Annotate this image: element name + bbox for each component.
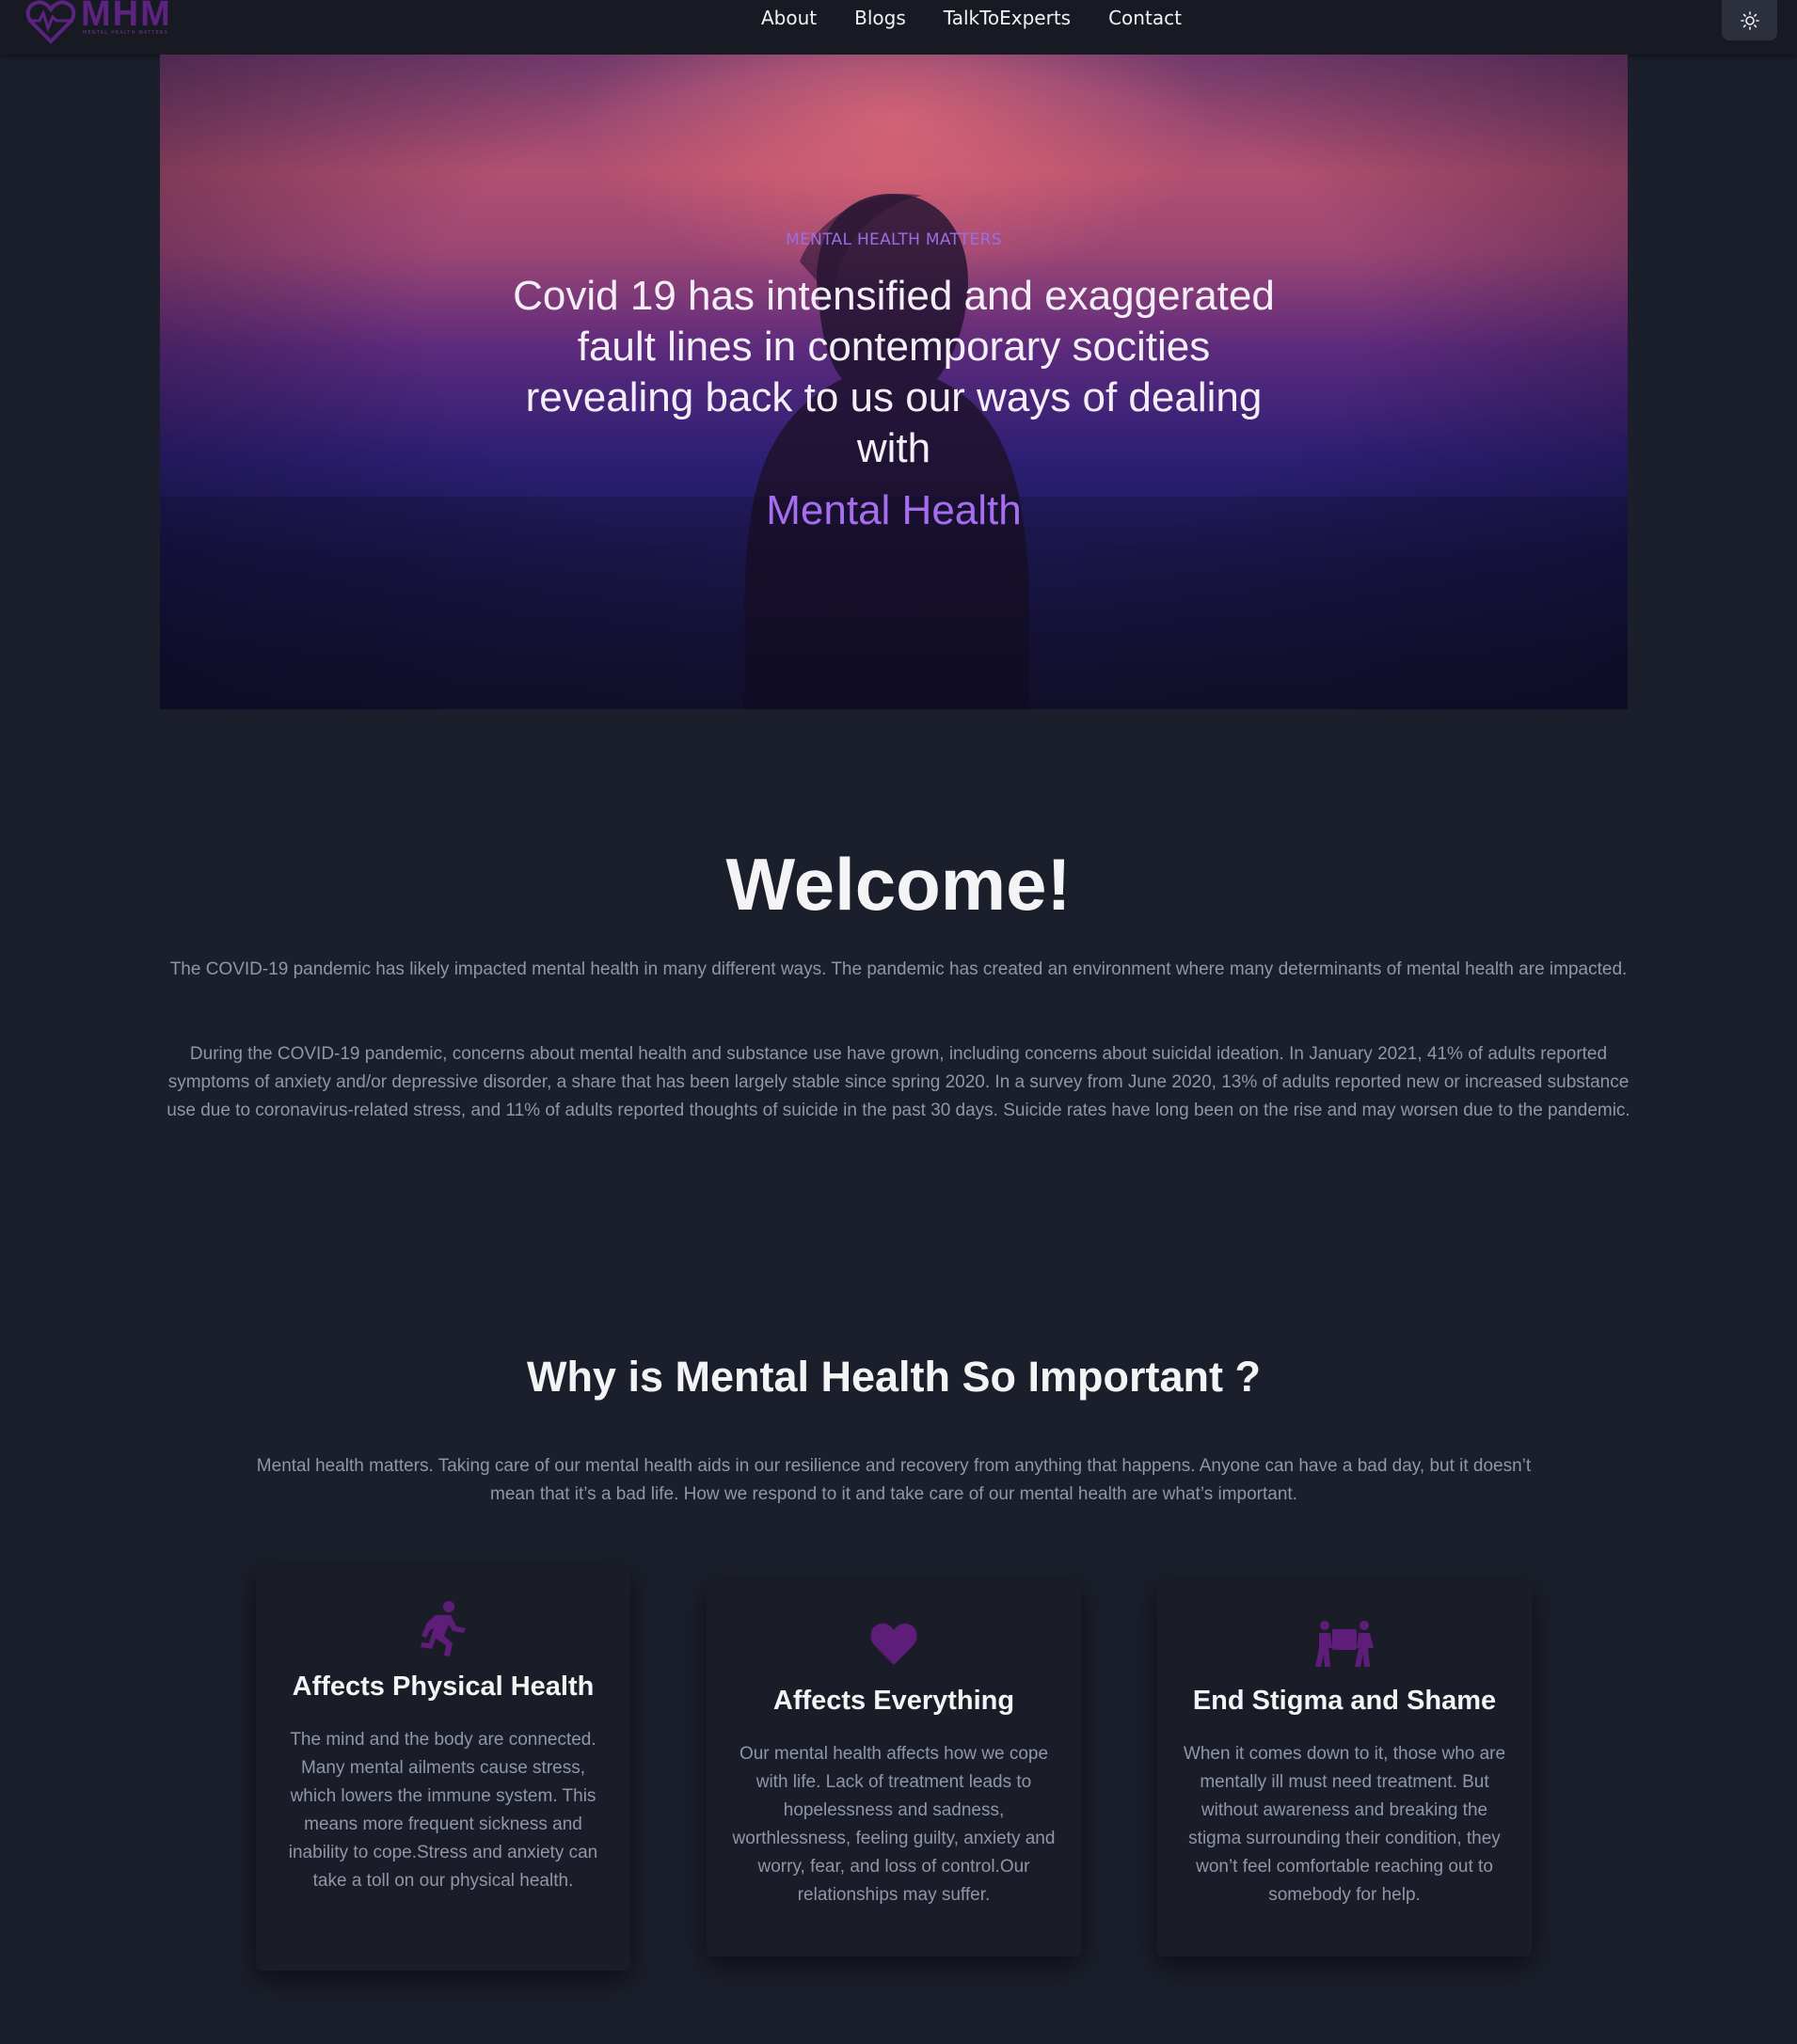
why-section-title: Why is Mental Health So Important ? xyxy=(526,1353,1262,1401)
heart-icon xyxy=(707,1622,1081,1667)
hero-accent-text: Mental Health xyxy=(766,487,1022,533)
nav-link-contact[interactable]: Contact xyxy=(1108,7,1182,29)
heart-pulse-logo-icon xyxy=(25,0,76,44)
theme-toggle-button[interactable] xyxy=(1722,0,1777,40)
card-title: Affects Everything xyxy=(772,1686,1015,1716)
welcome-paragraph-2: During the COVID-19 pandemic, concerns a… xyxy=(167,1044,1630,1120)
welcome-title: Welcome! xyxy=(725,843,1072,926)
nav-link-talktoexperts[interactable]: TalkToExperts xyxy=(944,7,1071,29)
people-carrying-box-icon xyxy=(1157,1620,1532,1669)
nav-link-blogs[interactable]: Blogs xyxy=(854,7,906,29)
nav-links: About Blogs TalkToExperts Contact xyxy=(761,7,1219,29)
card-affects-everything: Affects Everything Our mental health aff… xyxy=(707,1580,1081,1957)
card-affects-physical-health: Affects Physical Health The mind and the… xyxy=(256,1566,630,1971)
welcome-paragraph-1: The COVID-19 pandemic has likely impacte… xyxy=(169,959,1628,979)
hero-banner: MENTAL HEALTH MATTERS Covid 19 has inten… xyxy=(160,55,1628,709)
logo-tagline: MENTAL HEALTH MATTERS xyxy=(83,30,168,36)
card-text: Our mental health affects how we cope wi… xyxy=(732,1744,1056,1905)
sun-icon xyxy=(1740,10,1759,30)
hero-title: Covid 19 has intensified and exaggerated… xyxy=(513,273,1275,471)
nav-link-about[interactable]: About xyxy=(761,7,817,29)
running-person-icon xyxy=(256,1600,630,1658)
hero-kicker: MENTAL HEALTH MATTERS xyxy=(786,230,1002,249)
why-section-description: Mental health matters. Taking care of ou… xyxy=(256,1456,1532,1504)
site-logo[interactable]: MHM MENTAL HEALTH MATTERS xyxy=(24,0,170,47)
card-text: When it comes down to it, those who are … xyxy=(1183,1744,1506,1905)
card-end-stigma-and-shame: End Stigma and Shame When it comes down … xyxy=(1157,1580,1532,1957)
card-title: Affects Physical Health xyxy=(292,1672,595,1702)
navbar: MHM MENTAL HEALTH MATTERS About Blogs Ta… xyxy=(0,0,1797,55)
card-text: The mind and the body are connected. Man… xyxy=(288,1730,598,1891)
card-title: End Stigma and Shame xyxy=(1192,1686,1497,1716)
